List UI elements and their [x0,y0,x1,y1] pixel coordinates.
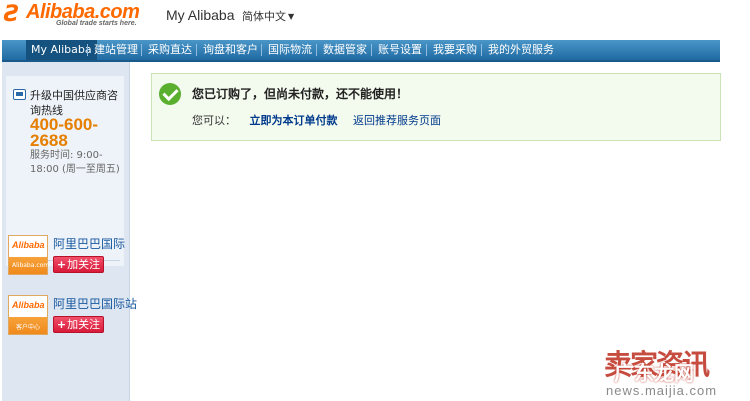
thumbnail-tag: 客户中心 [15,324,40,331]
service-name-link[interactable]: 阿里巴巴国际站 [53,295,137,312]
site-title: My Alibaba [166,7,235,23]
plus-icon: + [56,258,67,271]
language-label: 简体中文 [242,10,286,23]
follow-label: 加关注 [67,258,101,271]
nav-divider [481,44,482,56]
back-to-services-link[interactable]: 返回推荐服务页面 [353,114,441,127]
pay-now-link[interactable]: 立即为本订单付款 [250,114,338,127]
hotline-hours: 服务时间: 9:00-18:00 (周一至周五) [30,150,120,175]
order-status-notice: 您已订购了，但尚未付款，还不能使用！ 您可以： 立即为本订单付款 返回推荐服务页… [151,73,721,141]
nav-divider [371,44,372,56]
watermark-overlay-text: 广东龙网 [614,361,694,385]
thumbnail-logo: Alibaba [12,300,45,310]
service-thumbnail[interactable]: Alibaba 客户中心 [8,295,48,335]
sidebar: 升级中国供应商咨询热线 400-600-2688 服务时间: 9:00-18:0… [2,62,137,401]
thumbnail-logo: Alibaba [12,240,45,250]
nav-divider [141,44,142,56]
nav-item-purchase[interactable]: 我要采购 [428,40,482,60]
hotline-number: 400-600-2688 [30,115,99,150]
phone-icon [13,89,26,100]
caret-down-icon: ▼ [288,12,295,21]
thumbnail-tag: Alibaba.com [12,262,50,269]
nav-item-data[interactable]: 数据管家 [318,40,372,60]
logo-tagline: Global trade starts here. [56,20,137,27]
nav-item-trade-services[interactable]: 我的外贸服务 [483,40,559,60]
alibaba-logo[interactable]: Ƨ Alibaba.com Global trade starts here. [4,1,156,30]
nav-divider [87,44,88,56]
notice-actions: 您可以： 立即为本订单付款 返回推荐服务页面 [192,112,441,128]
check-circle-icon [159,83,181,105]
notice-actions-label: 您可以： [192,114,236,127]
nav-divider [196,44,197,56]
language-selector[interactable]: 简体中文 ▼ [242,8,294,24]
main-nav: My Alibaba 建站管理 采购直达 询盘和客户 国际物流 数据管家 账号设… [2,40,720,62]
nav-item-my-alibaba[interactable]: My Alibaba [26,40,97,60]
service-thumbnail[interactable]: Alibaba Alibaba.com [8,235,50,275]
nav-item-inquiries[interactable]: 询盘和客户 [198,40,263,60]
follow-button[interactable]: +加关注 [53,316,104,333]
alibaba-logo-icon: Ƨ [4,2,20,27]
notice-message: 您已订购了，但尚未付款，还不能使用！ [192,87,409,101]
page: Ƨ Alibaba.com Global trade starts here. … [0,0,750,401]
nav-item-site-management[interactable]: 建站管理 [89,40,143,60]
watermark-url: news.maijia.com [606,383,718,398]
header: Ƨ Alibaba.com Global trade starts here. … [0,0,750,40]
hotline-title: 升级中国供应商咨询热线 [30,89,118,117]
service-name-link[interactable]: 阿里巴巴国际 [53,235,125,252]
nav-divider [426,44,427,56]
nav-divider [316,44,317,56]
plus-icon: + [56,318,67,331]
nav-divider [261,44,262,56]
nav-item-logistics[interactable]: 国际物流 [263,40,317,60]
nav-item-account[interactable]: 账号设置 [373,40,427,60]
nav-item-procurement[interactable]: 采购直达 [143,40,197,60]
service-item: Alibaba Alibaba.com 阿里巴巴国际 +加关注 [2,235,130,285]
follow-button[interactable]: +加关注 [53,256,104,273]
watermark: 卖家资讯 广东龙网 news.maijia.com [600,343,750,401]
service-item: Alibaba 客户中心 阿里巴巴国际站 +加关注 [2,295,137,345]
follow-label: 加关注 [67,318,101,331]
